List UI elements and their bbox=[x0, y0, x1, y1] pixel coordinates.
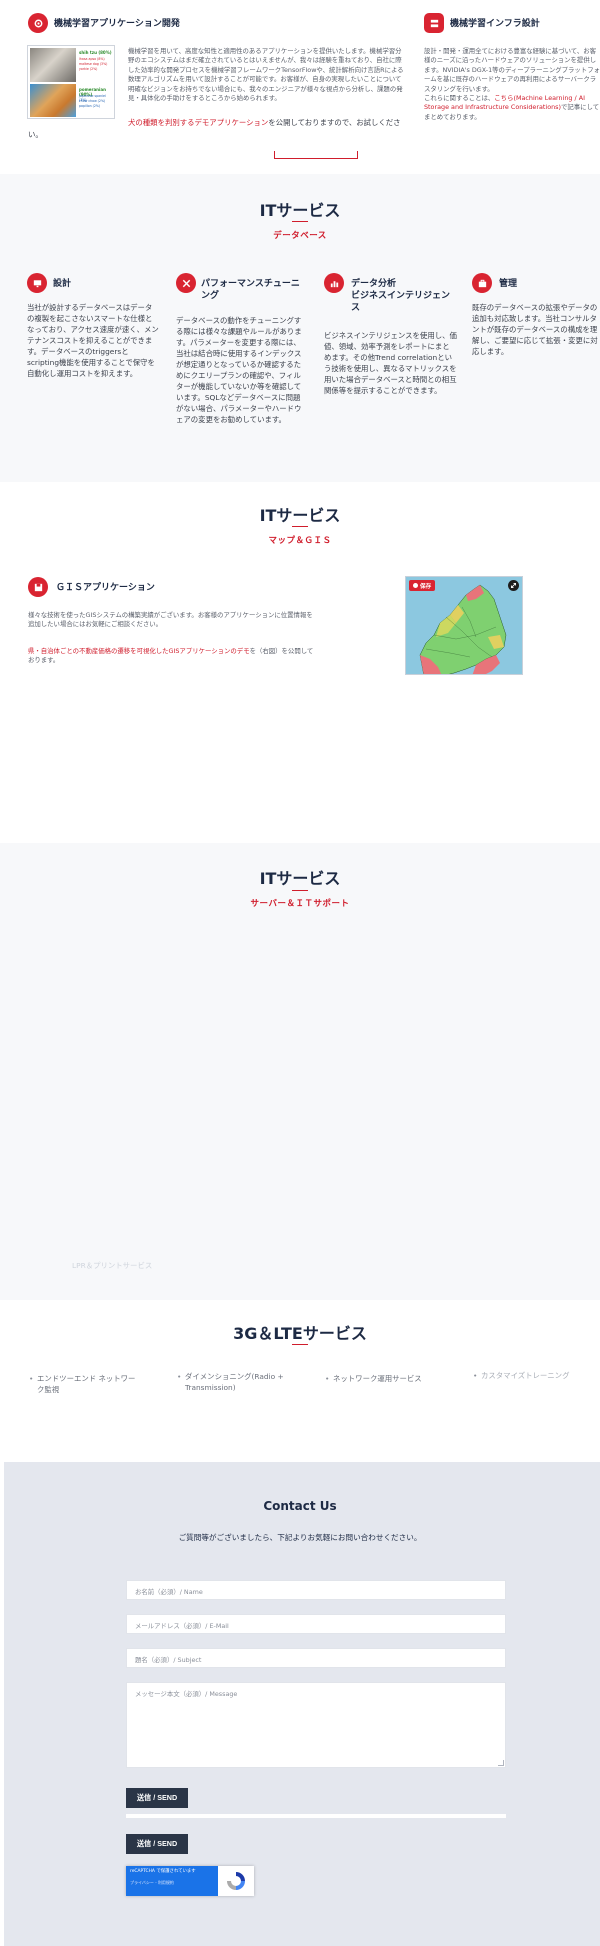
gis-demo-text: 県・自治体ごとの不動産価格の遷移を可視化したGISアプリケーションのデモを（右図… bbox=[28, 647, 316, 666]
database-subtitle: データベース bbox=[273, 231, 327, 241]
lte-item: カスタマイズトレーニング bbox=[473, 1370, 600, 1381]
save-icon bbox=[28, 577, 48, 597]
tools-icon bbox=[176, 273, 196, 293]
ml-app-body: 機械学習を用いて、高度な知性と適用性のあるアプリケーションを提供いたします。機械… bbox=[128, 47, 404, 103]
db-col-body: データベースの動作をチューニングする際には様々な課題やルールがあります。パラメー… bbox=[176, 316, 302, 424]
gis-map[interactable]: 保存 bbox=[405, 576, 523, 675]
chart-icon bbox=[324, 273, 344, 293]
ml-infra-body: 設計・開発・運用全てにおける豊富な経験に基づいて、お客様のニーズに沿ったハードウ… bbox=[424, 47, 600, 122]
map-save-label: 保存 bbox=[420, 583, 432, 590]
ml-infra-link-pre: これらに関することは、 bbox=[424, 94, 495, 103]
lte-item: エンドツーエンド ネットワーク監視 bbox=[29, 1373, 137, 1395]
gis-demo-link[interactable]: 県・自治体ごとの不動産価格の遷移を可視化したGISアプリケーションのデモ bbox=[28, 647, 250, 655]
divider bbox=[292, 890, 308, 891]
faded-service-item: LPR＆プリントサービス bbox=[72, 1261, 153, 1270]
gis-subtitle: マップ＆ＧＩＳ bbox=[268, 536, 332, 546]
thumb-line: yorkie (2%) bbox=[79, 67, 98, 71]
section-marker bbox=[274, 151, 358, 159]
japan-map-graphic bbox=[419, 584, 507, 674]
gis-title: ITサービス bbox=[259, 506, 341, 525]
server-section bbox=[0, 843, 600, 1300]
contact-title: Contact Us bbox=[263, 1499, 337, 1513]
email-field[interactable]: メールアドレス（必須）/ E-Mail bbox=[126, 1614, 506, 1634]
thumb-line: chow chow (2%) bbox=[79, 99, 106, 103]
textarea-resize-handle[interactable] bbox=[498, 1760, 504, 1766]
send-button-secondary[interactable]: 送信 / SEND bbox=[126, 1834, 188, 1854]
server-title: ITサービス bbox=[259, 869, 341, 888]
server-icon bbox=[424, 13, 444, 33]
name-field[interactable]: お名前（必須）/ Name bbox=[126, 1580, 506, 1600]
divider bbox=[292, 221, 308, 222]
divider bbox=[292, 526, 308, 527]
dog-photo-1 bbox=[30, 48, 76, 82]
pin-icon bbox=[413, 583, 418, 588]
recaptcha-line1: reCAPTCHA で保護されています bbox=[130, 1869, 196, 1874]
gis-body: 様々な技術を使ったGISシステムの構築実績がございます。お客様のアプリケーション… bbox=[28, 611, 313, 629]
divider bbox=[292, 1344, 308, 1345]
thumb-line: papillon (2%) bbox=[79, 104, 101, 108]
briefcase-icon bbox=[472, 273, 492, 293]
dog-photo-2 bbox=[30, 84, 76, 117]
db-col-title: パフォーマンスチューニング bbox=[201, 279, 300, 301]
recaptcha-line2: プライバシー - 利用規約 bbox=[130, 1880, 174, 1885]
lte-title: 3G＆LTEサービス bbox=[233, 1324, 367, 1343]
server-subtitle: サーバー＆ＩＴサポート bbox=[250, 899, 350, 909]
lte-item: ネットワーク運用サービス bbox=[325, 1373, 445, 1384]
ml-infra-title: 機械学習インフラ設計 bbox=[450, 19, 540, 29]
subject-field[interactable]: 題名（必須）/ Subject bbox=[126, 1648, 506, 1668]
expand-icon[interactable] bbox=[508, 580, 519, 591]
recaptcha-badge[interactable]: reCAPTCHA で保護されています プライバシー - 利用規約 bbox=[126, 1866, 254, 1896]
db-col-title: データ分析 ビジネスインテリジェンス bbox=[351, 279, 451, 313]
db-col-body: 当社が設計するデータベースはデータの複製を起こさないスマートな仕様となっており、… bbox=[27, 303, 159, 378]
monitor-icon bbox=[27, 273, 47, 293]
thumb-label-1: shih tzu (80%) bbox=[79, 50, 112, 55]
gis-heading: ＧＩＳアプリケーション bbox=[56, 583, 155, 593]
message-field[interactable]: メッセージ本文（必須）/ Message bbox=[126, 1682, 506, 1768]
db-col-title: 設計 bbox=[53, 279, 72, 289]
database-title: ITサービス bbox=[259, 201, 341, 220]
recaptcha-icon bbox=[224, 1869, 248, 1893]
thumb-line: maltese dog (3%) bbox=[79, 62, 108, 66]
demo-thumbnail[interactable]: shih tzu (80%) lhasa apso (8%) maltese d… bbox=[27, 45, 115, 119]
db-col-body: ビジネスインテリジェンスを使用し、価値、領域、効率予測をレポートにまとめます。そ… bbox=[324, 331, 457, 395]
lte-item: ダイメンショニング(Radio + Transmission) bbox=[177, 1371, 297, 1393]
thumb-line: lhasa apso (8%) bbox=[79, 57, 105, 61]
contact-intro: ご質問等がございましたら、下記よりお気軽にお問い合わせください。 bbox=[178, 1533, 422, 1542]
ml-app-title: 機械学習アプリケーション開発 bbox=[54, 19, 180, 29]
ml-demo-text: 犬の種類を判別するデモアプリケーションを公開しておりますので、お試しください。 bbox=[28, 117, 408, 141]
db-col-body: 既存のデータベースの拡張やデータの追加も対応致します。当社コンサルタントが既存の… bbox=[472, 303, 598, 356]
map-save-badge[interactable]: 保存 bbox=[409, 580, 436, 591]
db-col-title: 管理 bbox=[499, 279, 518, 289]
form-divider bbox=[126, 1814, 506, 1818]
send-button[interactable]: 送信 / SEND bbox=[126, 1788, 188, 1808]
ml-infra-text: 設計・開発・運用全てにおける豊富な経験に基づいて、お客様のニーズに沿ったハードウ… bbox=[424, 47, 600, 93]
gear-icon bbox=[28, 13, 48, 33]
recaptcha-info: reCAPTCHA で保護されています プライバシー - 利用規約 bbox=[126, 1866, 218, 1896]
demo-link[interactable]: 犬の種類を判別するデモアプリケーション bbox=[128, 118, 268, 127]
